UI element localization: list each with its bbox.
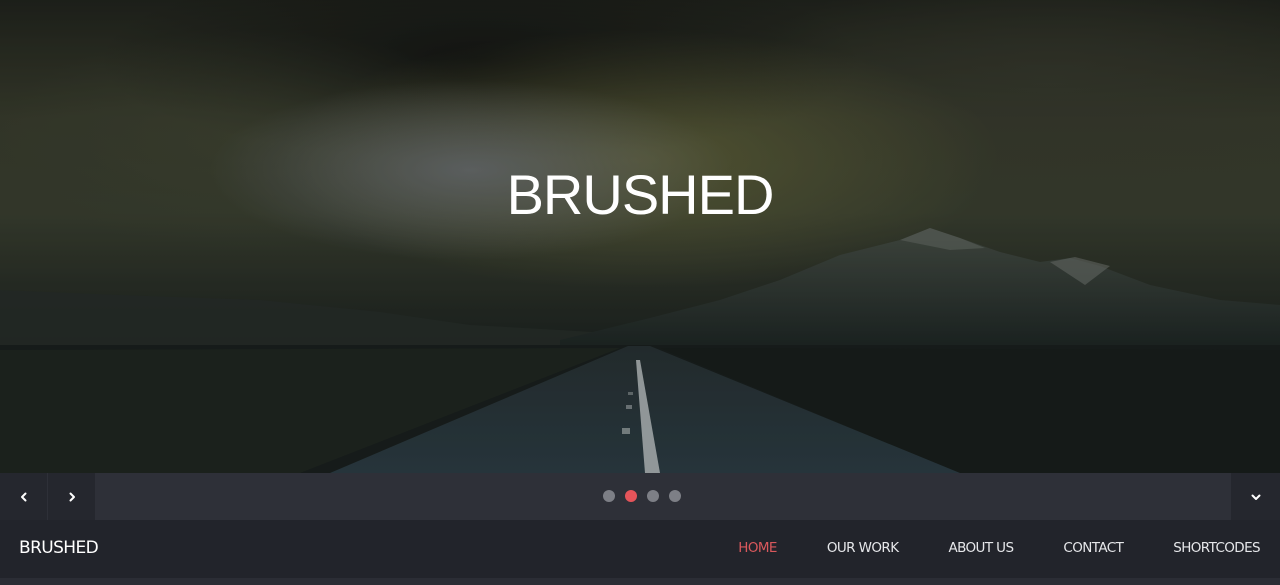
hero-title: BRUSHED (506, 163, 775, 226)
nav-item-our-work[interactable]: OUR WORK (827, 540, 899, 556)
nav-item-shortcodes[interactable]: SHORTCODES (1173, 540, 1260, 556)
slide-indicators (0, 490, 1280, 503)
slide-dot-1[interactable] (603, 490, 615, 502)
slide-dot-2[interactable] (625, 490, 637, 502)
hero-background-image (0, 0, 1280, 473)
chevron-down-icon (1251, 494, 1260, 500)
hero-slider: BRUSHED (0, 0, 1280, 473)
scroll-down-button[interactable] (1231, 473, 1280, 520)
site-logo[interactable]: BRUSHED (19, 538, 99, 558)
nav-menu: HOME OUR WORK ABOUT US CONTACT SHORTCODE… (688, 540, 1260, 556)
slide-dot-4[interactable] (669, 490, 681, 502)
page-content-edge (0, 578, 1280, 585)
slide-dot-3[interactable] (647, 490, 659, 502)
main-navbar: BRUSHED HOME OUR WORK ABOUT US CONTACT S… (0, 520, 1280, 578)
slider-controls (0, 473, 1280, 520)
nav-item-home[interactable]: HOME (738, 540, 777, 556)
nav-item-contact[interactable]: CONTACT (1063, 540, 1123, 556)
nav-item-about-us[interactable]: ABOUT US (948, 540, 1014, 556)
